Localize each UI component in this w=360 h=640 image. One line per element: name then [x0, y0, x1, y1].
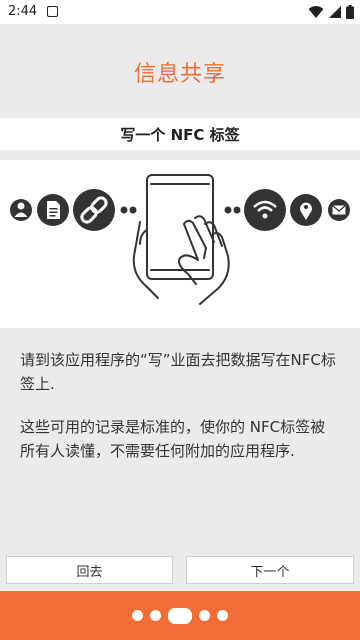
- page-dot[interactable]: [150, 610, 161, 621]
- mail-icon: [328, 199, 350, 221]
- signal-icon: [329, 6, 341, 18]
- nfc-illustration: [0, 160, 360, 328]
- battery-icon: [346, 5, 354, 19]
- hand-holding-phone-icon: [132, 174, 230, 305]
- connector-dots-right: [224, 206, 241, 214]
- status-time: 2:44: [8, 4, 38, 19]
- wifi-icon: [308, 6, 324, 18]
- section-header: 写一个 NFC 标签: [0, 118, 360, 150]
- status-icons: [308, 5, 354, 19]
- description-paragraph-1: 请到该应用程序的“写”业面去把数据写在NFC标签上.: [20, 351, 336, 393]
- description-paragraph-2: 这些可用的记录是标准的，使你的 NFC标签被所有人读懂，不需要任何附加的应用程序…: [20, 418, 326, 460]
- page-dot[interactable]: [217, 610, 228, 621]
- location-pin-icon: [290, 194, 322, 226]
- back-button[interactable]: 回去: [6, 556, 173, 584]
- link-icon: [73, 189, 115, 231]
- page-dot[interactable]: [132, 610, 143, 621]
- connector-dots-left: [120, 206, 137, 214]
- page-title: 信息共享: [133, 62, 226, 87]
- page-dot[interactable]: [199, 610, 210, 621]
- page-indicator: [0, 591, 360, 640]
- next-button[interactable]: 下一个: [186, 556, 354, 584]
- document-icon: [37, 194, 69, 226]
- notification-a-icon: [47, 6, 58, 17]
- page-dot-active[interactable]: [168, 607, 192, 624]
- pager-footer: [0, 591, 360, 640]
- wifi-icon: [244, 189, 286, 231]
- status-bar: 2:44: [0, 0, 360, 24]
- person-icon: [10, 199, 32, 221]
